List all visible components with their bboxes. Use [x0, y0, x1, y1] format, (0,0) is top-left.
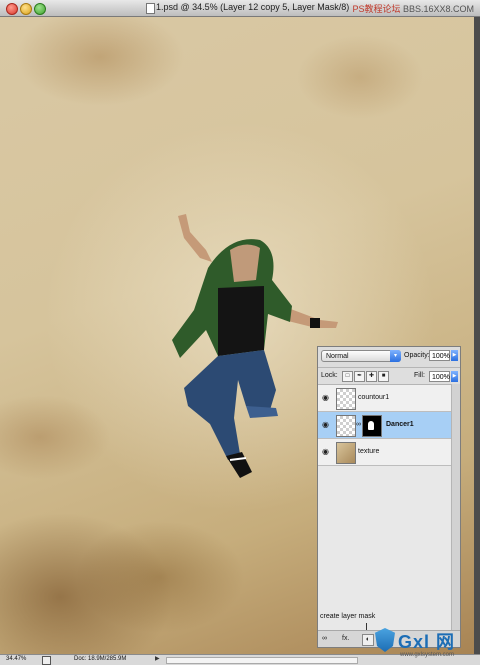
opacity-field[interactable]: 100%	[429, 350, 450, 361]
tooltip: create layer mask	[320, 613, 376, 620]
blend-mode-value: Normal	[326, 353, 349, 360]
chain-link-icon[interactable]: ∞	[356, 421, 361, 428]
minimize-window-button[interactable]	[20, 3, 32, 15]
fx-button[interactable]: fx.	[342, 634, 349, 644]
zoom-level[interactable]: 34.47%	[6, 656, 26, 662]
canvas-edge	[474, 17, 480, 654]
lock-move-icon[interactable]: ✚	[366, 371, 377, 382]
gxl-logo-text: Gxl 网	[398, 632, 456, 652]
lock-brush-icon[interactable]: ✒	[354, 371, 365, 382]
opacity-label: Opacity:	[404, 352, 430, 359]
lock-transparency-button[interactable]: □	[342, 371, 353, 382]
layer-name: Dancer1	[386, 421, 414, 428]
layers-panel-top: Normal ▾ Opacity: 100% ▶	[318, 347, 460, 368]
layer-name: countour1	[358, 394, 390, 401]
lock-label: Lock:	[321, 372, 338, 379]
layer-row-dancer1[interactable]: ◉ ∞ Dancer1	[318, 412, 451, 439]
eye-icon[interactable]: ◉	[322, 447, 329, 456]
watermark-prefix: PS教程论坛	[352, 4, 401, 14]
document-icon	[146, 3, 155, 14]
watermark-domain: BBS.16XX8.COM	[402, 4, 474, 14]
opacity-arrow-icon[interactable]: ▶	[451, 350, 458, 361]
layer-thumbnail	[336, 415, 356, 437]
status-arrow-icon[interactable]: ▶	[155, 655, 160, 662]
eye-icon[interactable]: ◉	[322, 393, 329, 402]
layer-row-countour1[interactable]: ◉ countour1	[318, 385, 451, 412]
blend-mode-arrow-icon: ▾	[390, 350, 401, 362]
layer-thumbnail	[336, 442, 356, 464]
window-titlebar: 1.psd @ 34.5% (Layer 12 copy 5, Layer Ma…	[0, 0, 480, 17]
layer-mask-thumbnail[interactable]	[362, 415, 382, 437]
layer-name: texture	[358, 448, 380, 455]
layer-row-texture[interactable]: ◉ texture	[318, 439, 451, 466]
add-layer-mask-button[interactable]: ◐	[362, 634, 374, 646]
horizontal-scrollbar[interactable]	[166, 657, 358, 664]
gxl-url: www.gxlsystem.com	[400, 652, 455, 658]
window-title: 1.psd @ 34.5% (Layer 12 copy 5, Layer Ma…	[156, 2, 350, 12]
document-size-info: Doc: 18.9M/285.9M	[74, 656, 127, 662]
layer-thumbnail	[336, 388, 356, 410]
fill-field[interactable]: 100%	[429, 371, 450, 382]
link-layers-icon[interactable]: ∞	[322, 634, 327, 644]
layers-scrollbar[interactable]	[451, 384, 460, 630]
fill-arrow-icon[interactable]: ▶	[451, 371, 458, 382]
mask-figure-shape	[368, 421, 374, 430]
close-window-button[interactable]	[6, 3, 18, 15]
watermark-top: PS教程论坛 BBS.16XX8.COM	[352, 2, 474, 15]
fill-label: Fill:	[414, 372, 425, 379]
blend-mode-select[interactable]: Normal ▾	[321, 350, 401, 362]
layers-panel-lock-row: Lock: □ ✒ ✚ ■ Fill: 100% ▶	[318, 368, 460, 385]
lock-all-icon[interactable]: ■	[378, 371, 389, 382]
zoom-window-button[interactable]	[34, 3, 46, 15]
eye-icon[interactable]: ◉	[322, 420, 329, 429]
layers-panel: Normal ▾ Opacity: 100% ▶ Lock: □ ✒ ✚ ■ F…	[317, 346, 461, 648]
